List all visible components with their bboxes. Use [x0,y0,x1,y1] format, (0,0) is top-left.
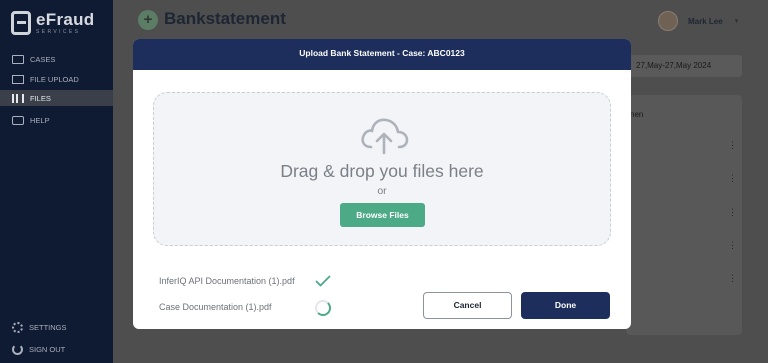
briefcase-icon [12,54,24,64]
sidebar-item-settings[interactable]: SETTINGS [0,319,113,335]
sidebar-item-help[interactable]: HELP [0,112,113,128]
sidebar-item-label: FILE UPLOAD [30,74,79,84]
done-button[interactable]: Done [521,292,610,319]
row-menu-icon[interactable]: ⋮ [728,208,737,217]
sidebar: eFraud SERVICES CASES FILE UPLOAD FILES … [0,0,113,363]
uploaded-file-item: InferIQ API Documentation (1).pdf [159,276,295,286]
sidebar-item-cases[interactable]: CASES [0,51,113,67]
sidebar-item-files[interactable]: FILES [0,90,113,106]
cloud-upload-icon [361,118,409,155]
uploading-file-item: Case Documentation (1).pdf [159,302,272,312]
row-menu-icon[interactable]: ⋮ [728,241,737,250]
date-range-picker[interactable]: 27,May-27,May 2024 [628,55,742,77]
loading-spinner-icon [315,300,331,316]
sign-out-icon [12,343,23,355]
gear-icon [12,321,23,333]
avatar [658,11,678,31]
file-dropzone[interactable]: Drag & drop you files here or Browse Fil… [153,92,611,246]
table-column-header: nen [630,110,644,119]
cancel-button[interactable]: Cancel [423,292,512,319]
files-icon [12,93,24,103]
files-table [626,95,742,335]
row-menu-icon[interactable]: ⋮ [728,274,737,283]
sidebar-item-label: SETTINGS [29,322,67,332]
check-icon [315,275,331,287]
brand-logo[interactable]: eFraud SERVICES [11,11,94,35]
brand-name: eFraud [36,10,95,29]
row-menu-icon[interactable]: ⋮ [728,174,737,183]
page-title: Bankstatement [164,9,286,28]
upload-icon [12,74,24,84]
dropzone-instructions: Drag & drop you files here [280,161,484,181]
user-name: Mark Lee [688,16,723,26]
modal-title: Upload Bank Statement - Case: ABC0123 [133,39,631,70]
sidebar-item-label: SIGN OUT [29,344,66,354]
help-icon [12,115,24,125]
logo-mark-icon [11,11,31,35]
file-name: Case Documentation (1).pdf [159,302,272,312]
upload-modal: Upload Bank Statement - Case: ABC0123 Dr… [133,39,631,329]
row-menu-icon[interactable]: ⋮ [728,141,737,150]
sidebar-item-label: FILES [30,93,51,103]
brand-tagline: SERVICES [36,29,81,35]
sidebar-item-label: CASES [30,54,56,64]
chevron-down-icon: ▾ [734,18,739,25]
browse-files-button[interactable]: Browse Files [340,203,425,227]
sidebar-item-sign-out[interactable]: SIGN OUT [0,341,113,357]
sidebar-item-label: HELP [30,115,50,125]
dropzone-or: or [377,185,387,197]
add-case-button[interactable]: + [138,10,158,30]
user-menu[interactable]: Mark Lee ▾ [658,11,738,31]
sidebar-item-file-upload[interactable]: FILE UPLOAD [0,71,113,87]
file-name: InferIQ API Documentation (1).pdf [159,276,295,286]
